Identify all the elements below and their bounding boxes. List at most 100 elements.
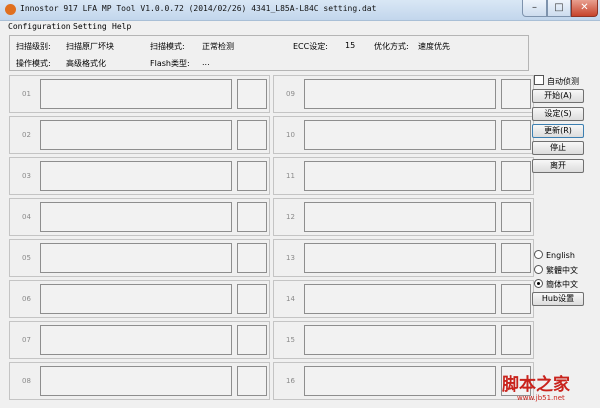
update-button[interactable]: 更新(R) — [532, 124, 584, 138]
radio-indicator[interactable] — [534, 265, 543, 274]
optimize-value: 速度优先 — [418, 42, 450, 51]
radio-indicator[interactable] — [534, 250, 543, 259]
port-slot: 01 — [9, 75, 270, 113]
port-number: 06 — [22, 295, 31, 303]
port-status-box — [304, 366, 496, 396]
port-number: 13 — [286, 254, 295, 262]
port-status-box — [40, 243, 232, 273]
port-slot: 12 — [273, 198, 534, 236]
simplified-label: 簡体中文 — [546, 280, 578, 289]
window-title: Innostor 917 LFA MP Tool V1.0.0.72 (2014… — [20, 4, 377, 13]
stop-button[interactable]: 停止 — [532, 141, 584, 155]
port-slot: 03 — [9, 157, 270, 195]
port-number: 08 — [22, 377, 31, 385]
traditional-label: 繁體中文 — [546, 266, 578, 275]
language-simplified-radio[interactable]: 簡体中文 — [534, 279, 578, 290]
port-progress-box — [237, 79, 267, 109]
port-status-box — [304, 243, 496, 273]
port-progress-box — [501, 243, 531, 273]
port-number: 02 — [22, 131, 31, 139]
watermark-url: www.jb51.net — [517, 394, 565, 402]
port-progress-box — [237, 366, 267, 396]
minimize-button[interactable]: – — [522, 0, 547, 17]
port-progress-box — [237, 120, 267, 150]
port-number: 14 — [286, 295, 295, 303]
auto-detect-label: 自动侦测 — [547, 77, 579, 86]
maximize-button[interactable]: □ — [547, 0, 571, 17]
port-progress-box — [501, 325, 531, 355]
settings-info-panel: 扫描级别: 扫描原厂坏块 扫描模式: 正常检测 ECC设定: 15 优化方式: … — [9, 35, 529, 71]
flash-type-label: Flash类型: — [150, 59, 190, 68]
scan-level-label: 扫描级别: — [16, 42, 51, 51]
auto-detect-checkbox[interactable]: 自动侦测 — [534, 75, 579, 87]
scan-mode-value: 正常检测 — [202, 42, 234, 51]
close-button[interactable]: ✕ — [571, 0, 598, 17]
port-status-box — [40, 161, 232, 191]
port-status-box — [304, 325, 496, 355]
language-english-radio[interactable]: English — [534, 250, 575, 260]
exit-button[interactable]: 离开 — [532, 159, 584, 173]
port-number: 15 — [286, 336, 295, 344]
port-slot: 10 — [273, 116, 534, 154]
port-slot: 02 — [9, 116, 270, 154]
title-bar: Innostor 917 LFA MP Tool V1.0.0.72 (2014… — [0, 0, 600, 21]
port-number: 04 — [22, 213, 31, 221]
port-progress-box — [237, 243, 267, 273]
menu-setting[interactable]: Setting — [73, 22, 107, 31]
english-label: English — [546, 251, 575, 260]
scan-level-value: 扫描原厂坏块 — [66, 42, 114, 51]
port-status-box — [304, 79, 496, 109]
menu-help[interactable]: Help — [112, 22, 131, 31]
port-slot: 14 — [273, 280, 534, 318]
op-mode-value: 高级格式化 — [66, 59, 106, 68]
port-progress-box — [501, 79, 531, 109]
port-status-box — [40, 79, 232, 109]
port-slot: 09 — [273, 75, 534, 113]
port-status-box — [40, 325, 232, 355]
op-mode-label: 操作模式: — [16, 59, 51, 68]
port-slot: 05 — [9, 239, 270, 277]
port-slot: 08 — [9, 362, 270, 400]
menu-configuration[interactable]: Configuration — [8, 22, 71, 31]
port-status-box — [40, 284, 232, 314]
port-progress-box — [501, 202, 531, 232]
port-progress-box — [501, 161, 531, 191]
port-slot: 13 — [273, 239, 534, 277]
ecc-value: 15 — [345, 41, 356, 50]
checkbox-box[interactable] — [534, 75, 544, 85]
watermark-logo: 脚本之家 — [502, 375, 570, 395]
menu-bar: Configuration Setting Help — [0, 20, 600, 34]
port-status-box — [40, 366, 232, 396]
port-status-box — [304, 120, 496, 150]
hub-settings-button[interactable]: Hub设置 — [532, 292, 584, 306]
port-status-box — [304, 202, 496, 232]
language-traditional-radio[interactable]: 繁體中文 — [534, 265, 578, 276]
port-slot: 04 — [9, 198, 270, 236]
port-slot: 06 — [9, 280, 270, 318]
port-slot: 15 — [273, 321, 534, 359]
port-progress-box — [237, 325, 267, 355]
port-slot: 11 — [273, 157, 534, 195]
start-button[interactable]: 开始(A) — [532, 89, 584, 103]
flash-type-value: ... — [202, 58, 210, 67]
port-number: 03 — [22, 172, 31, 180]
port-status-box — [40, 120, 232, 150]
port-progress-box — [237, 202, 267, 232]
port-progress-box — [237, 284, 267, 314]
port-number: 07 — [22, 336, 31, 344]
app-logo-icon — [5, 4, 16, 15]
port-number: 12 — [286, 213, 295, 221]
ecc-label: ECC设定: — [293, 42, 328, 51]
optimize-label: 优化方式: — [374, 42, 409, 51]
port-number: 09 — [286, 90, 295, 98]
port-status-box — [304, 284, 496, 314]
port-progress-box — [501, 120, 531, 150]
radio-indicator-selected[interactable] — [534, 279, 543, 288]
port-number: 11 — [286, 172, 295, 180]
port-status-box — [40, 202, 232, 232]
port-progress-box — [501, 284, 531, 314]
port-number: 05 — [22, 254, 31, 262]
settings-button[interactable]: 设定(S) — [532, 107, 584, 121]
port-slot: 07 — [9, 321, 270, 359]
port-status-box — [304, 161, 496, 191]
